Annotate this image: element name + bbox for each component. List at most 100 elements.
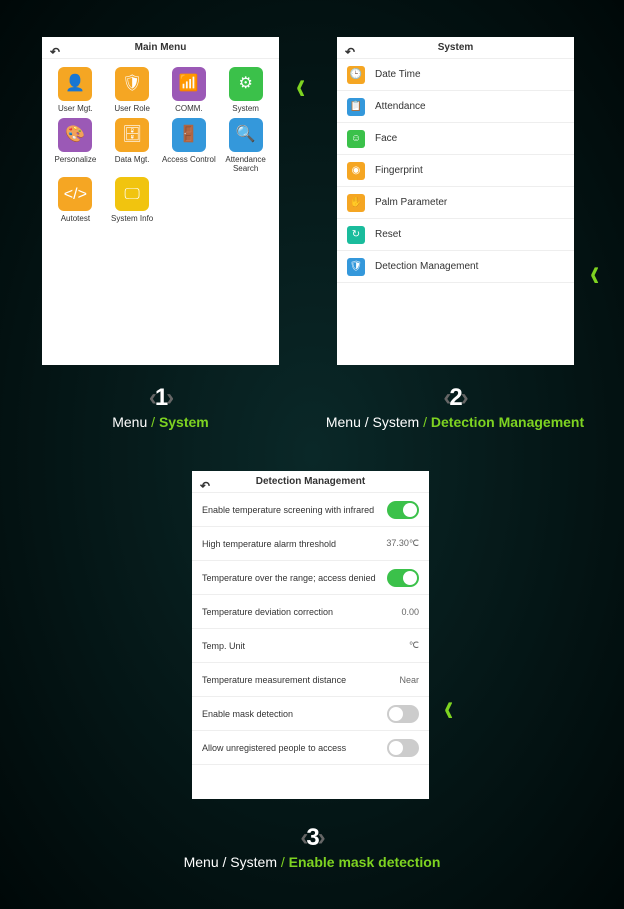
arrow-icon: ‹ bbox=[444, 688, 453, 728]
list-item-reset[interactable]: ↻ Reset bbox=[337, 219, 574, 251]
setting-value: ℃ bbox=[409, 640, 419, 651]
arrow-icon: ‹ bbox=[590, 253, 599, 293]
list-icon: ◉ bbox=[347, 162, 365, 180]
setting-label: Enable mask detection bbox=[202, 709, 293, 719]
app-system[interactable]: ⚙ System bbox=[218, 67, 273, 114]
list-item-attendance[interactable]: 📋 Attendance bbox=[337, 91, 574, 123]
screen-main-menu: ↶ Main Menu 👤 User Mgt. 🛡 User Role 📶 COMM. ⚙ S… bbox=[42, 37, 279, 365]
list-label: Fingerprint bbox=[375, 165, 423, 176]
step-1: ‹1› Menu / System bbox=[42, 384, 279, 430]
list-icon: ☺ bbox=[347, 130, 365, 148]
setting-row[interactable]: Temperature deviation correction 0.00 bbox=[192, 595, 429, 629]
screen2-header: ↶ System bbox=[337, 37, 574, 59]
app-icon: 🔍 bbox=[229, 118, 263, 152]
screen-detection-management: ↶ Detection Management Enable temperatur… bbox=[192, 471, 429, 799]
app-label: Data Mgt. bbox=[105, 156, 160, 165]
list-label: Reset bbox=[375, 229, 401, 240]
screen3-title: Detection Management bbox=[256, 476, 365, 487]
list-icon: ✋ bbox=[347, 194, 365, 212]
app-label: Personalize bbox=[48, 156, 103, 165]
system-list: 🕒Date Time 📋 Attendance ☺ Face ◉ Fingerprint ✋ P… bbox=[337, 59, 574, 283]
step-path: Menu / System bbox=[42, 414, 279, 430]
toggle-switch[interactable] bbox=[387, 739, 419, 757]
app-attendance-search[interactable]: 🔍 Attendance Search bbox=[218, 118, 273, 174]
list-label: Palm Parameter bbox=[375, 197, 447, 208]
list-label: Attendance bbox=[375, 101, 426, 112]
app-label: Autotest bbox=[48, 215, 103, 224]
chevron-right-icon: › bbox=[461, 384, 467, 411]
list-item-palm-parameter[interactable]: ✋ Palm Parameter bbox=[337, 187, 574, 219]
list-item-face[interactable]: ☺ Face bbox=[337, 123, 574, 155]
back-icon[interactable]: ↶ bbox=[50, 41, 60, 63]
step-number: ‹2› bbox=[295, 384, 615, 412]
app-icon: ⚙ bbox=[229, 67, 263, 101]
app-label: User Mgt. bbox=[48, 105, 103, 114]
list-item-fingerprint[interactable]: ◉ Fingerprint bbox=[337, 155, 574, 187]
setting-label: Temperature measurement distance bbox=[202, 675, 346, 685]
back-icon[interactable]: ↶ bbox=[345, 41, 355, 63]
app-user-role[interactable]: 🛡 User Role bbox=[105, 67, 160, 114]
setting-label: Enable temperature screening with infrar… bbox=[202, 505, 374, 515]
screen1-header: ↶ Main Menu bbox=[42, 37, 279, 59]
setting-value: 0.00 bbox=[401, 607, 419, 617]
app-label: System Info bbox=[105, 215, 160, 224]
list-item-detection-management[interactable]: 🛡 Detection Management bbox=[337, 251, 574, 283]
step-number: ‹3› bbox=[0, 824, 624, 852]
toggle-switch[interactable] bbox=[387, 569, 419, 587]
app-label: System bbox=[218, 105, 273, 114]
app-autotest[interactable]: </> Autotest bbox=[48, 177, 103, 224]
setting-label: High temperature alarm threshold bbox=[202, 539, 336, 549]
list-icon: 🛡 bbox=[347, 258, 365, 276]
app-icon: 🚪 bbox=[172, 118, 206, 152]
setting-label: Temperature deviation correction bbox=[202, 607, 333, 617]
step-number: ‹1› bbox=[42, 384, 279, 412]
list-label: Face bbox=[375, 133, 397, 144]
setting-value: 37.30℃ bbox=[386, 538, 419, 549]
app-icon: 📶 bbox=[172, 67, 206, 101]
app-user-mgt-[interactable]: 👤 User Mgt. bbox=[48, 67, 103, 114]
step-2: ‹2› Menu / System / Detection Management bbox=[295, 384, 615, 430]
setting-value: Near bbox=[399, 675, 419, 685]
toggle-switch[interactable] bbox=[387, 501, 419, 519]
app-icon: 👤 bbox=[58, 67, 92, 101]
screen2-title: System bbox=[438, 42, 474, 53]
screen3-header: ↶ Detection Management bbox=[192, 471, 429, 493]
setting-row[interactable]: Temperature measurement distance Near bbox=[192, 663, 429, 697]
app-icon: 🛡 bbox=[115, 67, 149, 101]
app-label: Access Control bbox=[162, 156, 217, 165]
setting-row[interactable]: Temp. Unit ℃ bbox=[192, 629, 429, 663]
app-label: COMM. bbox=[162, 105, 217, 114]
chevron-right-icon: › bbox=[166, 384, 172, 411]
screen1-title: Main Menu bbox=[135, 42, 187, 53]
step-3: ‹3› Menu / System / Enable mask detectio… bbox=[0, 824, 624, 870]
setting-label: Temperature over the range; access denie… bbox=[202, 573, 376, 583]
app-system-info[interactable]: 🖵 System Info bbox=[105, 177, 160, 224]
setting-row[interactable]: Allow unregistered people to access bbox=[192, 731, 429, 765]
app-data-mgt-[interactable]: 🗄Data Mgt. bbox=[105, 118, 160, 174]
app-personalize[interactable]: 🎨 Personalize bbox=[48, 118, 103, 174]
list-icon: 📋 bbox=[347, 98, 365, 116]
app-label: Attendance Search bbox=[218, 156, 273, 174]
setting-label: Temp. Unit bbox=[202, 641, 245, 651]
back-icon[interactable]: ↶ bbox=[200, 475, 210, 497]
app-label: User Role bbox=[105, 105, 160, 114]
screen-system: ↶ System 🕒Date Time 📋 Attendance ☺ Face ◉ Fing… bbox=[337, 37, 574, 365]
app-comm-[interactable]: 📶 COMM. bbox=[162, 67, 217, 114]
detection-list: Enable temperature screening with infrar… bbox=[192, 493, 429, 765]
list-item-date-time[interactable]: 🕒Date Time bbox=[337, 59, 574, 91]
step-path: Menu / System / Detection Management bbox=[295, 414, 615, 430]
app-icon: 🖵 bbox=[115, 177, 149, 211]
arrow-icon: ‹ bbox=[296, 66, 305, 106]
app-icon: 🎨 bbox=[58, 118, 92, 152]
list-label: Detection Management bbox=[375, 261, 478, 272]
step-path: Menu / System / Enable mask detection bbox=[0, 854, 624, 870]
setting-row[interactable]: High temperature alarm threshold 37.30℃ bbox=[192, 527, 429, 561]
setting-row[interactable]: Temperature over the range; access denie… bbox=[192, 561, 429, 595]
setting-row[interactable]: Enable mask detection bbox=[192, 697, 429, 731]
toggle-switch[interactable] bbox=[387, 705, 419, 723]
app-icon: </> bbox=[58, 177, 92, 211]
setting-row[interactable]: Enable temperature screening with infrar… bbox=[192, 493, 429, 527]
chevron-right-icon: › bbox=[318, 824, 324, 851]
list-icon: ↻ bbox=[347, 226, 365, 244]
app-access-control[interactable]: 🚪 Access Control bbox=[162, 118, 217, 174]
